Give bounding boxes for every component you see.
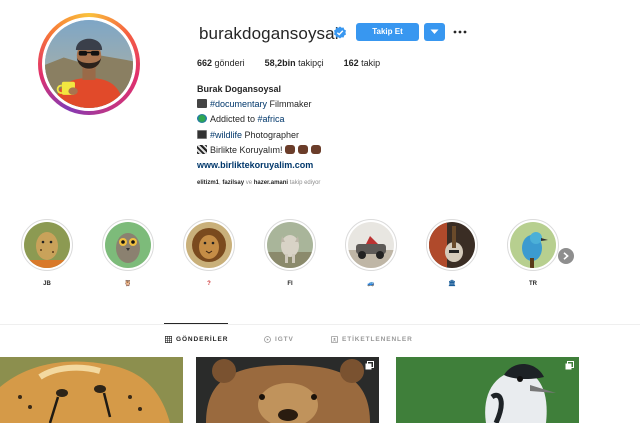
highlight-item[interactable]: JB [19,219,75,289]
highlight-item[interactable]: TR [505,219,561,289]
highlight-label: 🦉 [124,281,132,287]
profile-website-link[interactable]: www.birliktekoruyalim.com [197,158,324,173]
highlights-next-button[interactable] [558,248,574,264]
highlight-ring [426,219,478,271]
globe-africa-emoji-icon [197,114,207,124]
hashtag-wildlife[interactable]: #wildlife [210,130,242,140]
stat-value: 162 [343,58,359,68]
tab-label: GÖNDERİLER [176,336,229,343]
highlight-cover [186,222,232,268]
tab-tagged[interactable]: ETİKETLENENLER [331,336,413,343]
paw-emoji-icon [285,144,296,154]
bio-line-wildlife: #wildlife Photographer [197,128,324,143]
bio-line-africa: Addicted to #africa [197,112,324,127]
highlight-ring [264,219,316,271]
post-thumbnail[interactable] [396,357,579,423]
highlight-ring [345,219,397,271]
camera-emoji-icon [197,99,207,109]
bio-text: Birlikte Koruyalım! [210,144,286,155]
highlight-ring [102,219,154,271]
followed-by-suffix: takip ediyor [288,180,321,186]
post-thumbnail[interactable] [196,357,379,423]
post-thumbnail[interactable] [0,357,183,423]
stat-label: gönderi [214,58,245,68]
highlight-label: ? [207,281,211,287]
highlight-item[interactable]: 🚙 [343,219,399,289]
paw-emoji-icon [311,144,322,154]
tab-posts[interactable]: GÖNDERİLER [165,336,228,343]
highlight-label: 🚙 [367,281,375,287]
hashtag-africa[interactable]: #africa [258,114,285,124]
stat-value: 58,2bin [264,58,296,68]
paw-emoji-icon [298,144,309,154]
chevron-down-icon [430,29,439,34]
tab-igtv[interactable]: IGTV [264,336,294,343]
bio-line-protect: Birlikte Koruyalım! [197,143,324,158]
stat-following[interactable]: 162 takip [344,58,381,68]
highlight-label: 🏛 [448,281,456,287]
follow-button[interactable]: Takip Et [356,23,419,41]
hashtag-documentary[interactable]: #documentary [210,99,267,109]
cheetah-photo [0,357,183,423]
clapper-board-emoji-icon [197,144,207,154]
stat-label: takipçi [298,58,324,68]
grid-icon [165,336,172,343]
profile-username: burakdogansoysal [199,24,339,43]
bear-photo [196,357,379,423]
follower-username[interactable]: fazilsay [222,180,244,186]
tag-icon [331,336,338,343]
highlight-item[interactable]: 🦉 [100,219,156,289]
profile-avatar[interactable] [42,17,136,111]
highlight-cover [429,222,475,268]
profile-full-name: Burak Dogansoysal [197,84,282,94]
highlight-cover [105,222,151,268]
suggested-dropdown-button[interactable] [424,23,445,41]
highlight-ring [183,219,235,271]
highlight-label: TR [529,281,537,287]
more-options-icon[interactable] [452,23,468,41]
bird-photo [396,357,579,423]
multiple-photos-icon [565,361,574,370]
chevron-right-icon [563,252,569,260]
stat-label: takip [361,58,381,68]
bio-text: Addicted to [210,114,258,125]
verified-badge-icon [334,26,346,39]
highlight-ring [507,219,559,271]
photo-camera-emoji-icon [197,129,207,139]
highlight-cover [510,222,556,268]
profile-avatar-ring[interactable] [38,13,140,115]
tab-label: ETİKETLENENLER [342,336,413,343]
highlight-cover [24,222,70,268]
tabs-divider [0,324,640,325]
profile-stats: 662 gönderi 58,2bin takipçi 162 takip [197,58,400,68]
bio-line-documentary: #documentary Filmmaker [197,97,324,112]
highlight-item[interactable]: 🏛 [424,219,480,289]
highlight-item[interactable]: ? [181,219,237,289]
stat-value: 662 [197,58,213,68]
highlight-cover [267,222,313,268]
bio-text: Filmmaker [267,99,312,110]
followed-by-text[interactable]: elitizm1, fazilsay ve hazer.amani takip … [197,180,320,186]
stat-posts: 662 gönderi [197,58,245,68]
igtv-icon [264,336,271,343]
highlight-label: FI [287,281,293,287]
profile-bio: Burak Dogansoysal #documentary Filmmaker… [197,82,324,173]
multiple-photos-icon [365,361,374,370]
highlight-label: JB [43,281,51,287]
tab-label: IGTV [275,336,294,343]
follower-username[interactable]: elitizm1 [197,180,219,186]
follower-username[interactable]: hazer.amani [254,180,288,186]
tab-active-indicator [164,323,228,324]
bio-text: Photographer [242,129,300,140]
highlight-item[interactable]: FI [262,219,318,289]
highlight-ring [21,219,73,271]
stat-followers[interactable]: 58,2bin takipçi [265,58,324,68]
highlight-cover [348,222,394,268]
separator-text: ve [244,180,254,186]
